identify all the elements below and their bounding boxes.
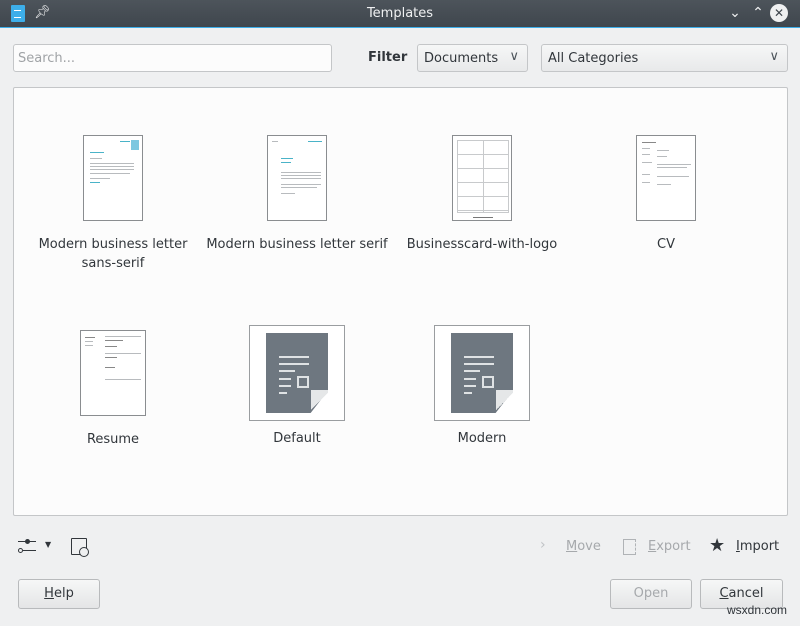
minimize-button[interactable]: ⌄ <box>726 4 744 22</box>
template-thumbnail-businesscard <box>452 135 512 221</box>
template-label: Businesscard-with-logo <box>406 237 558 252</box>
template-label: Modern business letter serif <box>206 237 388 252</box>
template-item[interactable]: Modern <box>390 325 574 448</box>
template-item[interactable]: Businesscard-with-logo <box>390 135 574 254</box>
template-label: Modern business letter sans-serif <box>38 237 188 271</box>
close-icon: ✕ <box>773 6 785 20</box>
template-label: CV <box>657 237 675 252</box>
help-button[interactable]: Help <box>18 579 100 609</box>
browse-online-icon[interactable] <box>71 538 89 557</box>
template-item[interactable]: Modern business letter sans-serif <box>21 135 205 273</box>
template-item[interactable]: CV <box>574 135 758 254</box>
watermark: wsxdn.com <box>727 603 788 617</box>
category-select[interactable]: All Categories ∨ <box>541 44 788 72</box>
export-button[interactable]: Export <box>648 539 691 554</box>
settings-sliders-icon[interactable] <box>18 537 36 555</box>
template-label: Resume <box>86 432 140 447</box>
dropdown-arrow-icon[interactable]: ▼ <box>45 540 51 549</box>
document-type-value: Documents <box>424 51 499 66</box>
filter-label: Filter <box>368 50 408 65</box>
close-button[interactable]: ✕ <box>770 4 788 22</box>
template-thumbnail-default <box>249 325 345 421</box>
template-thumbnail-letter-serif <box>267 135 327 221</box>
template-thumbnail-cv <box>636 135 696 221</box>
chevron-up-icon: ⌃ <box>752 5 764 21</box>
maximize-button[interactable]: ⌃ <box>749 4 767 22</box>
template-label: Default <box>273 431 321 446</box>
template-label: Modern <box>457 431 507 446</box>
open-button[interactable]: Open <box>610 579 692 609</box>
document-type-select[interactable]: Documents ∨ <box>417 44 528 72</box>
chevron-down-icon: ∨ <box>769 49 779 64</box>
template-thumbnail-letter-sans <box>83 135 143 221</box>
template-thumbnail-resume <box>80 330 146 416</box>
chevron-down-icon: ⌄ <box>729 5 741 21</box>
title-bar: 📌︎ Templates ⌄ ⌃ ✕ <box>0 0 800 28</box>
import-button[interactable]: Import <box>736 539 779 554</box>
chevron-down-icon: ∨ <box>509 49 519 64</box>
star-icon: ★ <box>709 535 726 556</box>
template-item[interactable]: Default <box>205 325 389 448</box>
template-thumbnail-modern <box>434 325 530 421</box>
export-icon <box>623 539 636 555</box>
category-value: All Categories <box>548 51 639 66</box>
move-button[interactable]: Move <box>566 539 601 554</box>
template-item[interactable]: Modern business letter serif <box>205 135 389 254</box>
template-grid: Modern business letter sans-serif Modern… <box>13 87 788 516</box>
chevron-right-icon: › <box>540 537 546 553</box>
template-item[interactable]: Resume <box>21 330 205 449</box>
search-input[interactable] <box>13 44 332 72</box>
window-title: Templates <box>366 6 434 21</box>
